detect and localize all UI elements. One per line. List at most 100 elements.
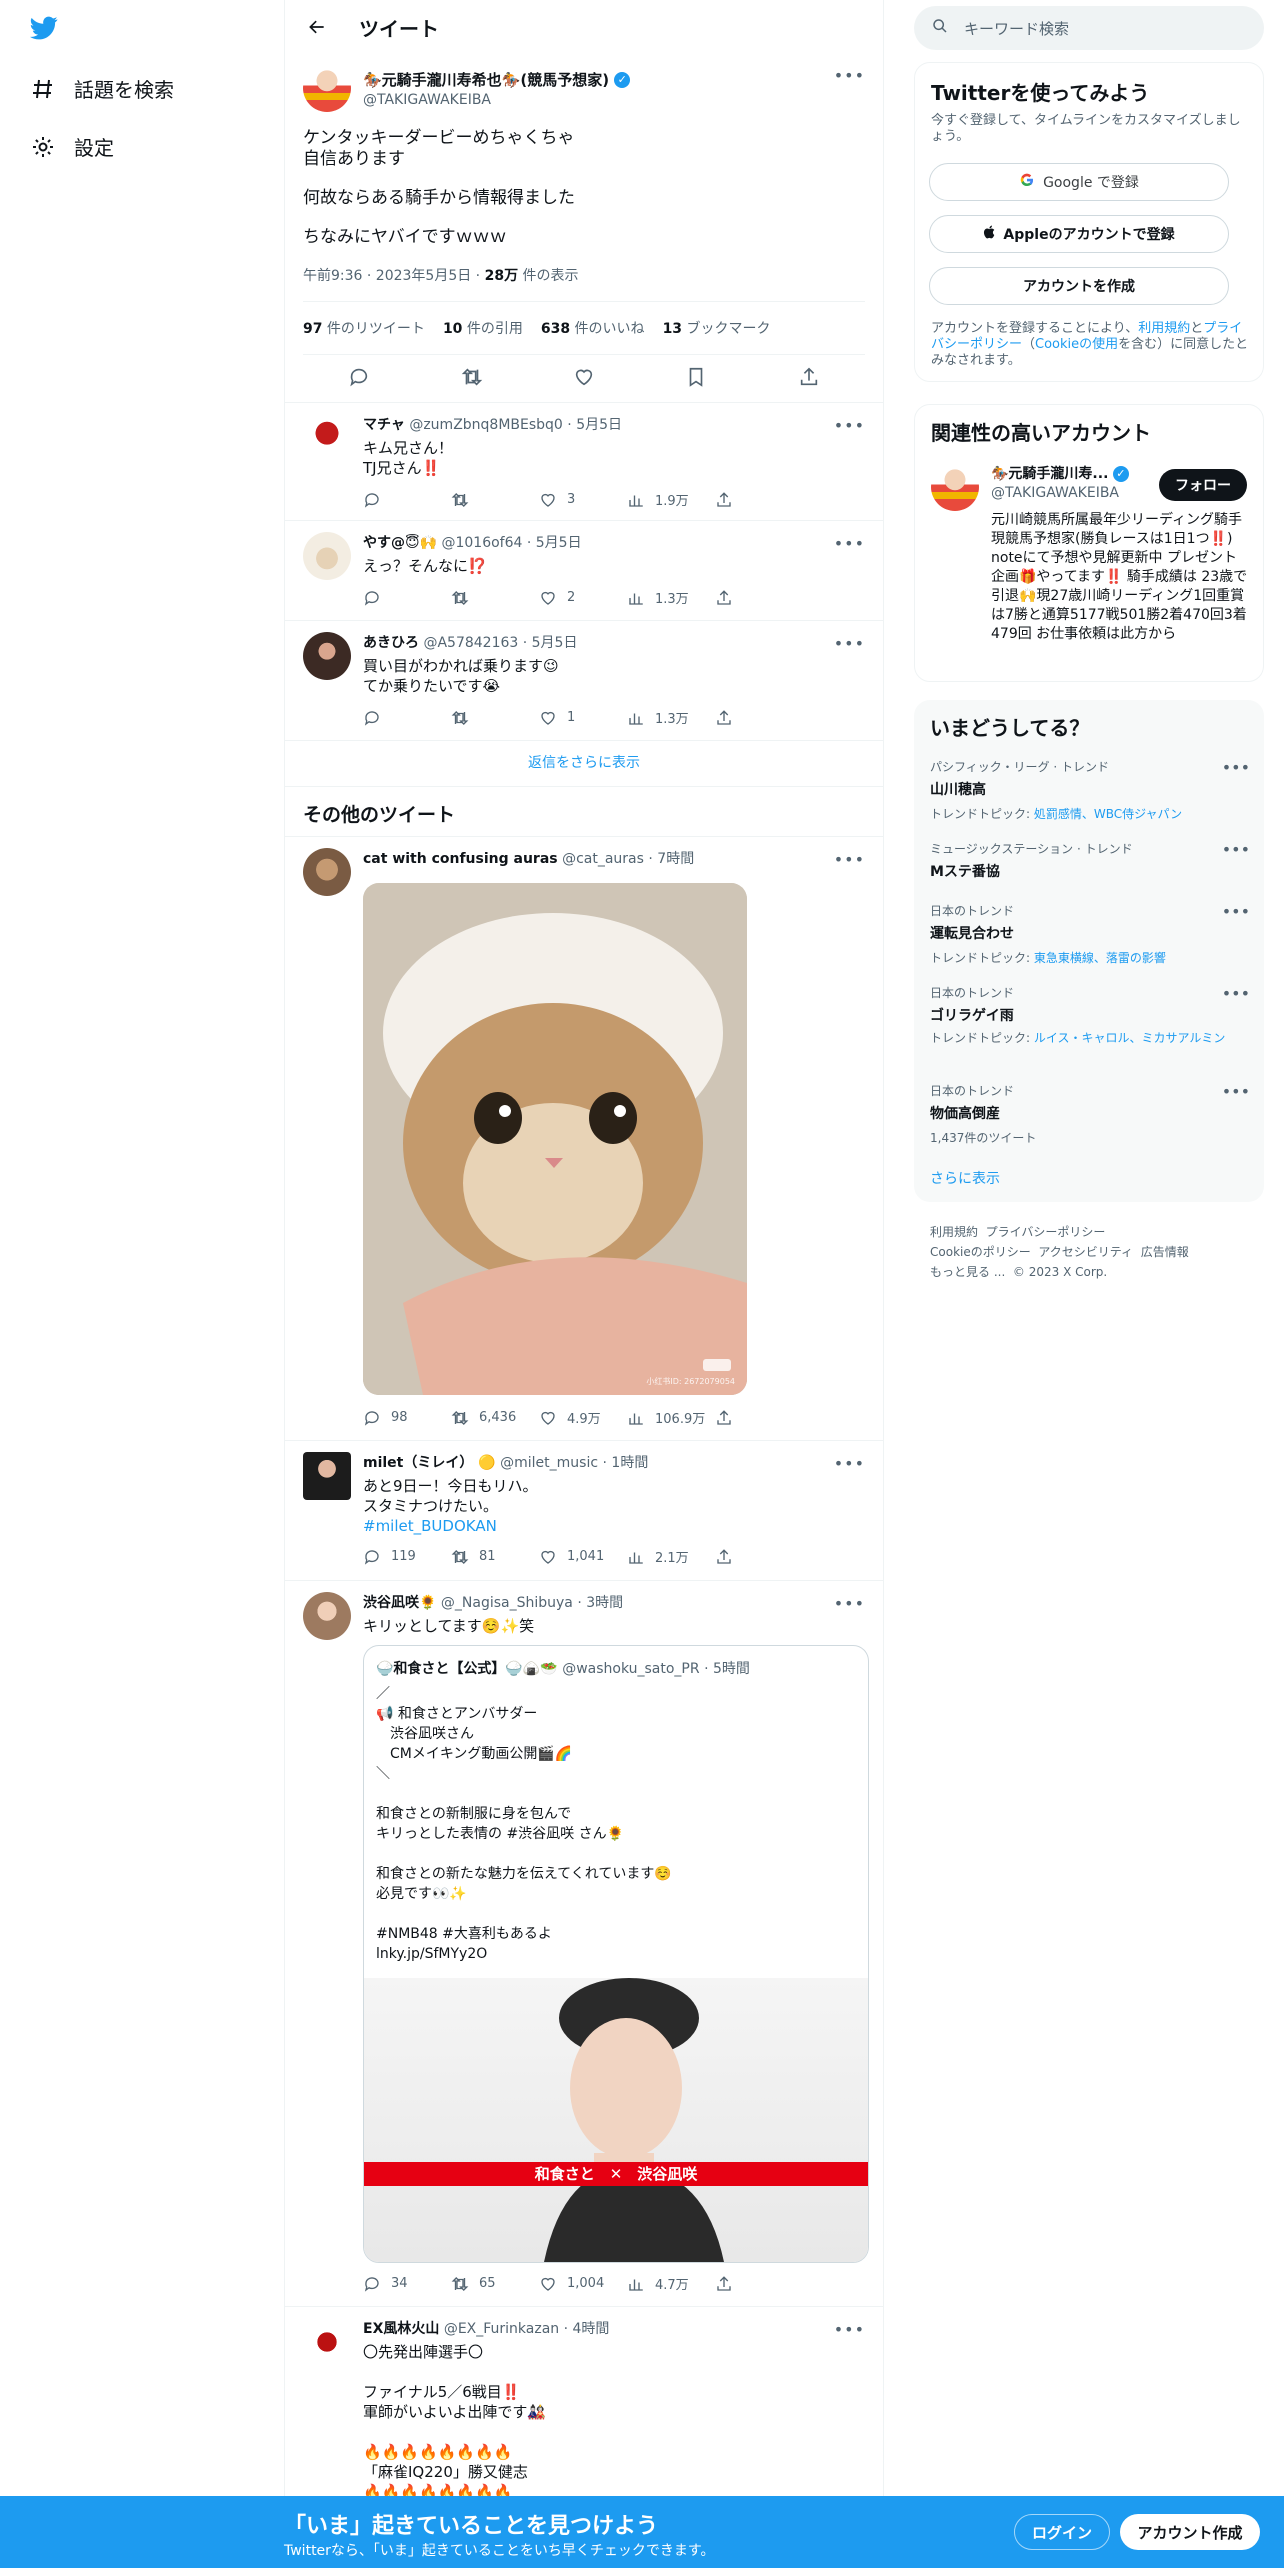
author-handle[interactable]: @milet_music (500, 1455, 598, 1471)
share-icon[interactable] (715, 2275, 803, 2293)
retweet-button[interactable]: 6,436 (451, 1409, 539, 1427)
author-name[interactable]: 🏇元騎手瀧川寿希也🏇(競馬予想家) (363, 71, 609, 89)
timeline-tweet[interactable]: milet（ミレイ） 🟡 @milet_music · 1時間 あと9日ー！今日… (303, 1452, 883, 1536)
author-name[interactable]: 渋谷凪咲🌻 (363, 1595, 436, 1611)
footer-link[interactable]: もっと見る ... (930, 1265, 1005, 1279)
login-button[interactable]: ログイン (1014, 2514, 1110, 2550)
signup-button[interactable]: アカウント作成 (1120, 2514, 1260, 2550)
share-icon[interactable] (715, 491, 803, 509)
tweet-date[interactable]: · 3時間 (577, 1595, 623, 1611)
more-options-icon[interactable]: ••• (1222, 840, 1250, 859)
author-handle[interactable]: @cat_auras (562, 851, 644, 867)
views-button[interactable]: 4.7万 (627, 2274, 715, 2293)
share-icon[interactable] (715, 1409, 803, 1427)
likes-stat[interactable]: 638 件のいいね (541, 318, 645, 338)
trend-topic-link[interactable]: 東急東横線、落雷の影響 (1034, 951, 1166, 965)
more-options-icon[interactable]: ••• (1222, 984, 1250, 1003)
create-account-button[interactable]: アカウントを作成 (929, 267, 1229, 305)
trend-item[interactable]: ミュージックステーション · トレンド Mステ番協 ••• (930, 840, 1250, 881)
quoted-tweet[interactable]: 🍚和食さと【公式】🍚🍙🥗 @washoku_sato_PR · 5時間 ／ 📢 … (363, 1645, 869, 2263)
hashtag-link[interactable]: #milet_BUDOKAN (363, 1516, 863, 1536)
retweet-icon[interactable] (461, 366, 483, 392)
tweet-date[interactable]: · 5月5日 (567, 417, 622, 433)
footer-link[interactable]: プライバシーポリシー (986, 1225, 1106, 1239)
show-more-trends-link[interactable]: さらに表示 (930, 1168, 1000, 1188)
footer-link[interactable]: Cookieのポリシー (930, 1245, 1031, 1259)
tweet-date[interactable]: · 1時間 (603, 1455, 649, 1471)
related-name[interactable]: 🏇元騎手瀧川寿... (991, 466, 1108, 482)
like-button[interactable]: 2 (539, 589, 627, 607)
views-button[interactable]: 106.9万 (627, 1408, 715, 1427)
more-options-icon[interactable]: ••• (834, 1454, 865, 1473)
reply-tweet[interactable]: あきひろ @A57842163 · 5月5日 買い目がわかれば乗ります😉 てか乗り… (303, 632, 883, 696)
timestamp-text[interactable]: 午前9:36 · 2023年5月5日 · (303, 268, 485, 284)
trend-item[interactable]: 日本のトレンド ゴリラゲイ雨 トレンドトピック: ルイス・キャロル、ミカサアルミ… (930, 984, 1250, 1046)
more-options-icon[interactable]: ••• (834, 2320, 865, 2339)
reply-button[interactable]: 98 (363, 1409, 451, 1427)
footer-link[interactable]: 広告情報 (1141, 1245, 1189, 1259)
reply-icon[interactable] (348, 366, 370, 392)
cat-photo[interactable]: 小红书ID: 2672079054 (363, 883, 747, 1395)
reply-button[interactable]: 34 (363, 2275, 451, 2293)
reply-button[interactable] (363, 589, 451, 607)
more-options-icon[interactable]: ••• (1222, 902, 1250, 921)
reply-button[interactable]: 119 (363, 1548, 451, 1566)
related-handle[interactable]: @TAKIGAWAKEIBA (991, 485, 1119, 501)
author-name[interactable]: やす@😇🙌 (363, 535, 437, 551)
tweet-date[interactable]: · 4時間 (564, 2321, 610, 2337)
bookmarks-stat[interactable]: 13 ブックマーク (663, 318, 771, 338)
author-name[interactable]: あきひろ (363, 635, 419, 651)
show-more-replies-link[interactable]: 返信をさらに表示 (285, 752, 883, 772)
reply-tweet[interactable]: やす@😇🙌 @1016of64 · 5月5日 えっ？そんなに⁉️ (303, 532, 883, 580)
quoted-image[interactable]: 和食さと ✕ 渋谷凪咲 (364, 1978, 868, 2262)
reply-button[interactable] (363, 491, 451, 509)
timeline-tweet[interactable]: 渋谷凪咲🌻 @_Nagisa_Shibuya · 3時間 キリッとしてます☺️✨… (303, 1592, 883, 1640)
author-handle[interactable]: @EX_Furinkazan (444, 2321, 559, 2337)
trend-item[interactable]: パシフィック・リーグ · トレンド 山川穂高 トレンドトピック: 処罰感情、WB… (930, 758, 1250, 822)
more-options-icon[interactable]: ••• (834, 66, 865, 85)
more-options-icon[interactable]: ••• (834, 850, 865, 869)
trend-item[interactable]: 日本のトレンド 運転見合わせ トレンドトピック: 東急東横線、落雷の影響 ••• (930, 902, 1250, 966)
search-input[interactable]: キーワード検索 (914, 6, 1264, 50)
retweets-stat[interactable]: 97 件のリツイート (303, 318, 425, 338)
reply-button[interactable] (363, 709, 451, 727)
more-options-icon[interactable]: ••• (1222, 1082, 1250, 1101)
author-name[interactable]: マチャ (363, 417, 405, 433)
author-name[interactable]: 🍚和食さと【公式】🍚🍙🥗 (376, 1661, 558, 1677)
views-button[interactable]: 1.3万 (627, 588, 715, 607)
avatar[interactable] (303, 1592, 351, 1640)
retweet-button[interactable] (451, 491, 539, 509)
author-handle[interactable]: @washoku_sato_PR (562, 1661, 699, 1677)
terms-link[interactable]: 利用規約 (1138, 321, 1190, 336)
author-name[interactable]: EX風林火山 (363, 2321, 439, 2337)
avatar[interactable] (303, 848, 351, 896)
timeline-tweet[interactable]: EX風林火山 @EX_Furinkazan · 4時間 〇先発出陣選手〇 ファイ… (303, 2318, 883, 2502)
avatar[interactable] (303, 64, 351, 112)
author-name[interactable]: milet（ミレイ） 🟡 (363, 1455, 496, 1471)
follow-button[interactable]: フォロー (1159, 469, 1247, 501)
more-options-icon[interactable]: ••• (1222, 758, 1250, 777)
like-button[interactable]: 1,004 (539, 2275, 627, 2293)
author-handle[interactable]: @TAKIGAWAKEIBA (363, 92, 630, 108)
author-handle[interactable]: @_Nagisa_Shibuya (441, 1595, 573, 1611)
share-icon[interactable] (715, 709, 803, 727)
tweet-date[interactable]: · 5時間 (704, 1661, 750, 1677)
avatar[interactable] (303, 1452, 351, 1500)
more-options-icon[interactable]: ••• (834, 634, 865, 653)
retweet-button[interactable]: 81 (451, 1548, 539, 1566)
views-button[interactable]: 1.3万 (627, 708, 715, 727)
trend-topic-link[interactable]: 処罰感情、WBC侍ジャパン (1034, 807, 1182, 821)
share-icon[interactable] (715, 589, 803, 607)
views-button[interactable]: 2.1万 (627, 1547, 715, 1566)
reply-tweet[interactable]: マチャ @zumZbnq8MBEsbq0 · 5月5日 キム兄さん！ TJ兄さん‼… (303, 414, 883, 478)
author-handle[interactable]: @zumZbnq8MBEsbq0 (409, 417, 563, 433)
footer-link[interactable]: 利用規約 (930, 1225, 978, 1239)
like-button[interactable]: 3 (539, 491, 627, 509)
tweet-date[interactable]: · 5月5日 (523, 635, 578, 651)
retweet-button[interactable] (451, 589, 539, 607)
views-button[interactable]: 1.9万 (627, 490, 715, 509)
nav-explore[interactable]: 話題を検索 (30, 74, 174, 103)
retweet-button[interactable] (451, 709, 539, 727)
share-icon[interactable] (715, 1548, 803, 1566)
cookie-link[interactable]: Cookieの使用 (1035, 337, 1118, 352)
